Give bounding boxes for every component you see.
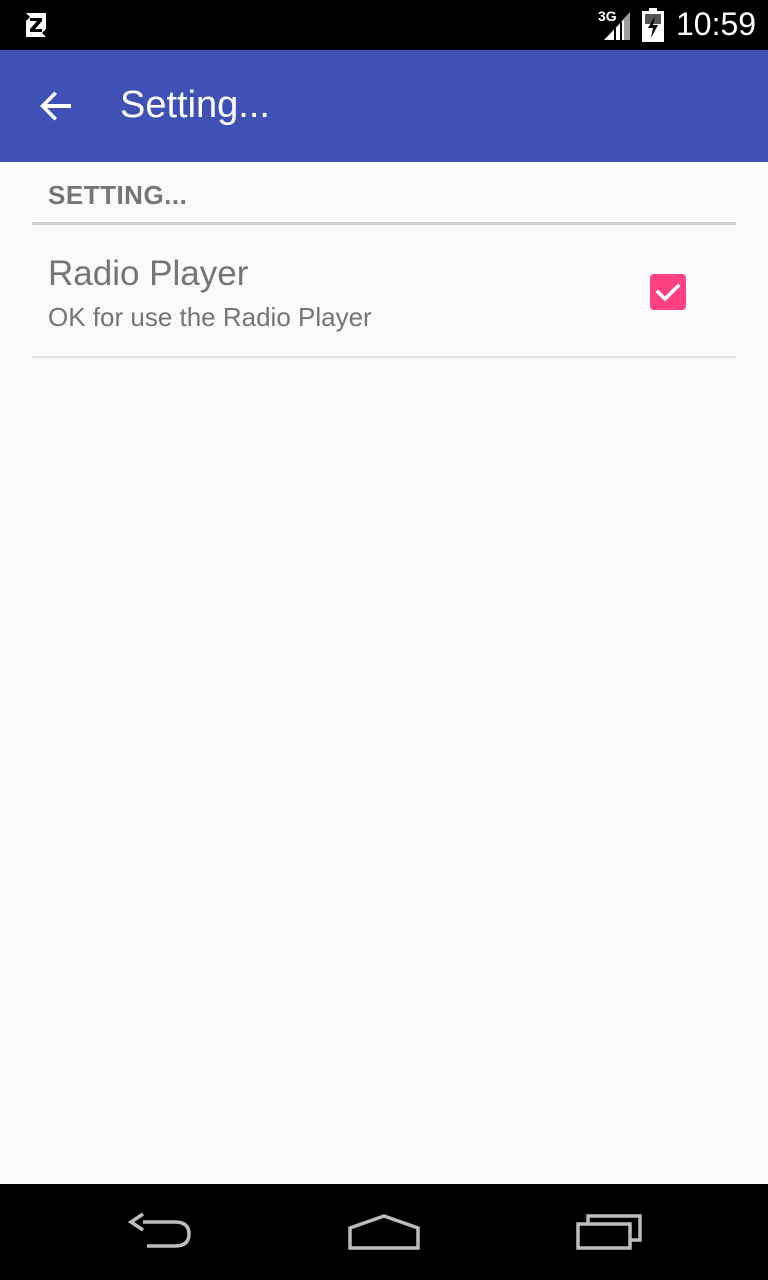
status-bar: 3G 10:59 <box>0 0 768 50</box>
nav-back-button[interactable] <box>110 1202 210 1262</box>
nav-home-button[interactable] <box>334 1202 434 1262</box>
navigation-bar <box>0 1184 768 1280</box>
nav-recents-icon <box>576 1214 642 1250</box>
arrow-back-icon <box>40 91 71 121</box>
signal-icon <box>604 12 630 40</box>
row-divider <box>32 356 736 358</box>
checkmark-icon <box>655 283 681 302</box>
notification-z-icon <box>26 13 46 37</box>
app-bar: Setting... <box>0 50 768 162</box>
preference-title: Radio Player <box>48 254 249 293</box>
battery-charging-icon <box>642 8 664 42</box>
settings-screen: 3G 10:59 Setting... SETTING... Radio Pla… <box>0 0 768 1280</box>
back-button[interactable] <box>20 70 92 142</box>
radio-player-checkbox[interactable] <box>650 274 686 310</box>
nav-home-icon <box>348 1214 420 1250</box>
page-title: Setting... <box>120 84 270 126</box>
radio-player-preference[interactable]: Radio Player OK for use the Radio Player <box>32 226 736 356</box>
category-divider <box>32 222 736 225</box>
nav-back-icon <box>127 1212 191 1248</box>
preference-category-title: SETTING... <box>48 180 188 210</box>
nav-recents-button[interactable] <box>560 1202 660 1262</box>
preference-summary: OK for use the Radio Player <box>48 302 372 332</box>
status-clock: 10:59 <box>676 6 757 42</box>
